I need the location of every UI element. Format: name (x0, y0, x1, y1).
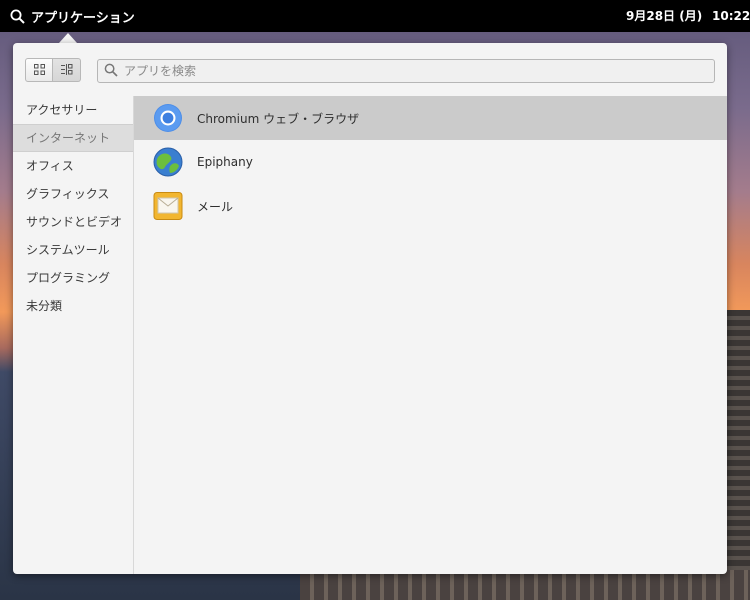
category-programming[interactable]: プログラミング (13, 264, 133, 292)
panel-date[interactable]: 9月28日 (月) (626, 0, 702, 32)
chromium-icon (152, 102, 184, 134)
category-office[interactable]: オフィス (13, 152, 133, 180)
mail-icon (152, 190, 184, 222)
category-internet[interactable]: インターネット (13, 124, 133, 152)
grid-view-icon (33, 61, 46, 80)
desktop-wallpaper-boardwalk (300, 570, 750, 600)
search-icon (10, 9, 25, 24)
app-item-label: メール (197, 199, 234, 214)
desktop-wallpaper-pier (726, 310, 750, 600)
category-sound-video[interactable]: サウンドとビデオ (13, 208, 133, 236)
applications-menu-button[interactable]: アプリケーション (10, 0, 135, 32)
applications-menu-label: アプリケーション (31, 10, 135, 26)
search-input[interactable] (122, 63, 686, 79)
category-accessories[interactable]: アクセサリー (13, 96, 133, 124)
application-launcher: アクセサリー インターネット オフィス グラフィックス サウンドとビデオ システ… (13, 43, 727, 574)
top-panel: アプリケーション 9月28日 (月) 10:22 (0, 0, 750, 32)
category-view-button[interactable] (53, 58, 81, 82)
search-icon (98, 62, 118, 81)
epiphany-icon (152, 146, 184, 178)
category-uncategorized[interactable]: 未分類 (13, 292, 133, 320)
popover-pointer (59, 33, 77, 43)
panel-clock[interactable]: 10:22 (712, 0, 750, 32)
category-view-icon (60, 61, 74, 80)
app-item-chromium[interactable]: Chromium ウェブ・ブラウザ (134, 96, 727, 140)
category-sidebar: アクセサリー インターネット オフィス グラフィックス サウンドとビデオ システ… (13, 96, 134, 574)
app-item-epiphany[interactable]: Epiphany (134, 140, 727, 184)
app-list: Chromium ウェブ・ブラウザ Epiphany メール (134, 96, 727, 228)
app-item-mail[interactable]: メール (134, 184, 727, 228)
category-system-tools[interactable]: システムツール (13, 236, 133, 264)
category-graphics[interactable]: グラフィックス (13, 180, 133, 208)
app-item-label: Epiphany (197, 155, 253, 169)
app-item-label: Chromium ウェブ・ブラウザ (197, 111, 360, 126)
view-switcher (25, 58, 81, 82)
grid-view-button[interactable] (25, 58, 53, 82)
search-field[interactable] (97, 59, 715, 83)
